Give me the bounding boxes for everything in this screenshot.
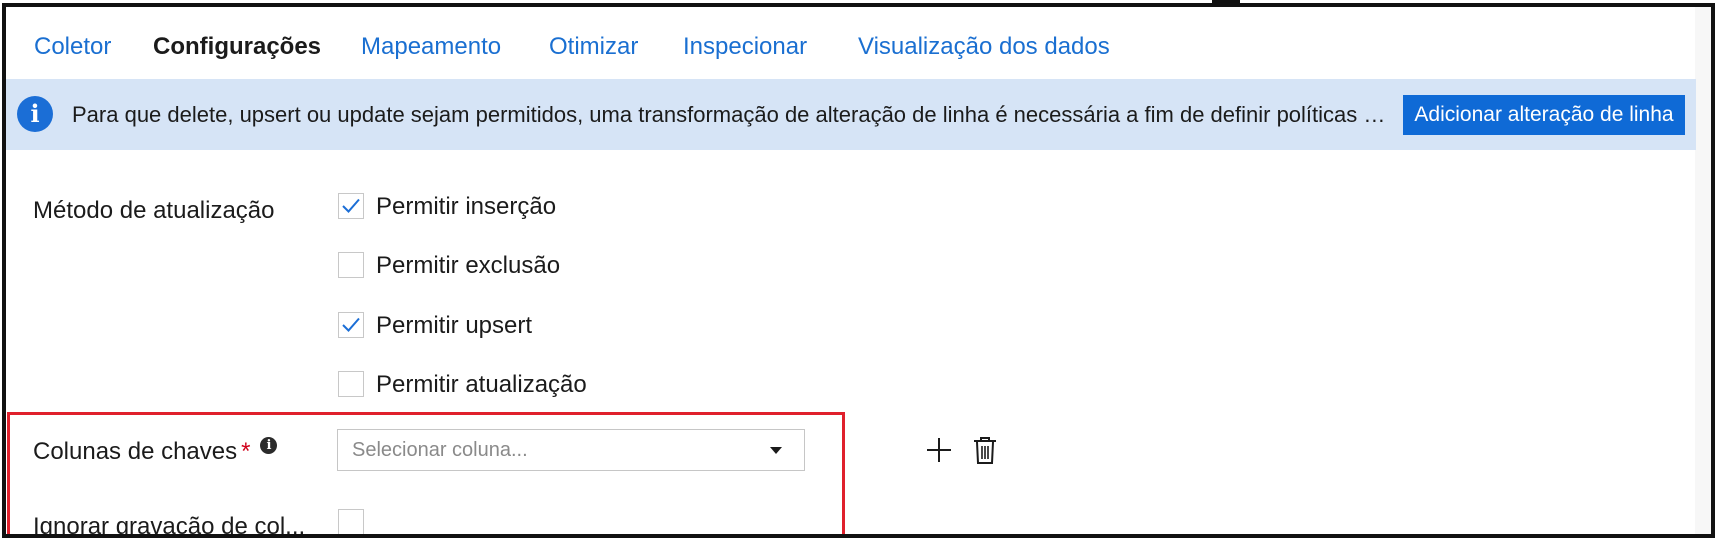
key-column-select-placeholder: Selecionar coluna... bbox=[352, 439, 528, 461]
allow-update-label: Permitir atualização bbox=[376, 371, 587, 398]
window-notch bbox=[1212, 0, 1240, 4]
tab-otimizar[interactable]: Otimizar bbox=[539, 33, 648, 61]
info-banner: i Para que delete, upsert ou update seja… bbox=[6, 79, 1696, 150]
tab-coletor[interactable]: Coletor bbox=[24, 33, 121, 61]
update-method-label: Método de atualização bbox=[33, 197, 275, 224]
allow-delete-label: Permitir exclusão bbox=[376, 252, 561, 279]
info-banner-text: Para que delete, upsert ou update sejam … bbox=[72, 102, 1396, 127]
checkmark-icon bbox=[342, 198, 360, 213]
checkmark-icon bbox=[342, 317, 360, 332]
allow-insert-checkbox[interactable] bbox=[338, 193, 364, 219]
sink-settings-panel: Coletor Configurações Mapeamento Otimiza… bbox=[2, 3, 1715, 538]
info-icon[interactable]: i bbox=[260, 437, 278, 454]
chevron-down-icon bbox=[770, 447, 782, 454]
allow-delete-checkbox[interactable] bbox=[338, 252, 364, 278]
tab-inspecionar[interactable]: Inspecionar bbox=[673, 33, 817, 61]
skip-writing-key-columns-label: Ignorar gravação de col... bbox=[33, 513, 306, 538]
skip-writing-key-columns-checkbox[interactable] bbox=[338, 509, 364, 534]
tab-configuracoes[interactable]: Configurações bbox=[143, 33, 332, 82]
key-columns-label-text: Colunas de chaves bbox=[33, 438, 238, 465]
allow-update-checkbox[interactable] bbox=[338, 371, 364, 397]
plus-icon[interactable] bbox=[926, 437, 952, 468]
key-column-select[interactable]: Selecionar coluna... bbox=[337, 429, 805, 471]
tab-mapeamento[interactable]: Mapeamento bbox=[351, 33, 511, 61]
allow-insert-label: Permitir inserção bbox=[376, 193, 557, 220]
allow-upsert-label: Permitir upsert bbox=[376, 312, 533, 339]
tab-visualizacao-dados[interactable]: Visualização dos dados bbox=[848, 33, 1120, 61]
key-columns-label: Colunas de chaves * i bbox=[33, 437, 278, 466]
required-marker: * bbox=[241, 438, 251, 465]
tab-bar: Coletor Configurações Mapeamento Otimiza… bbox=[6, 7, 1711, 82]
allow-upsert-checkbox[interactable] bbox=[338, 312, 364, 338]
scrollbar[interactable] bbox=[1695, 7, 1711, 534]
trash-icon[interactable] bbox=[973, 436, 997, 469]
info-icon: i bbox=[17, 96, 53, 132]
add-alter-row-button[interactable]: Adicionar alteração de linha bbox=[1403, 95, 1685, 135]
